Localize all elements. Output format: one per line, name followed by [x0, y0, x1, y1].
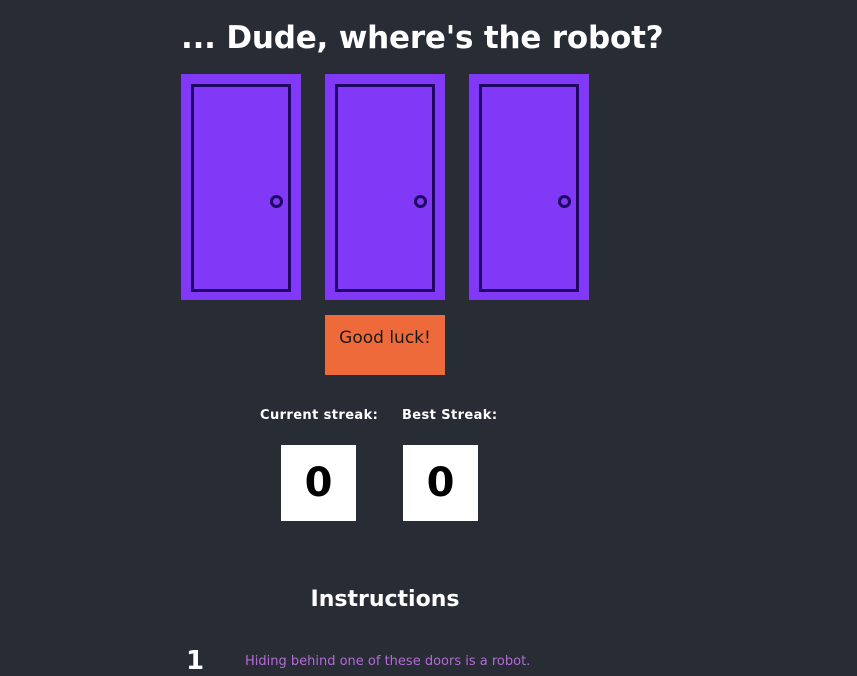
door-knob-icon — [270, 195, 283, 208]
door-knob-icon — [558, 195, 571, 208]
current-streak-label: Current streak: — [260, 408, 379, 423]
best-streak-label: Best Streak: — [402, 408, 498, 423]
current-streak-value: 0 — [281, 445, 356, 521]
start-button[interactable]: Good luck! — [325, 315, 445, 375]
door-row — [181, 74, 589, 300]
door-knob-icon — [414, 195, 427, 208]
instructions-title: Instructions — [310, 587, 460, 612]
door-2[interactable] — [325, 74, 445, 300]
door-3[interactable] — [469, 74, 589, 300]
door-panel-outline — [479, 84, 579, 292]
door-panel-outline — [335, 84, 435, 292]
best-streak-value: 0 — [403, 445, 478, 521]
instruction-number: 1 — [186, 646, 205, 676]
door-panel-outline — [191, 84, 291, 292]
door-1[interactable] — [181, 74, 301, 300]
page-title: ... Dude, where's the robot? — [181, 20, 664, 56]
instruction-text: Hiding behind one of these doors is a ro… — [245, 654, 531, 669]
